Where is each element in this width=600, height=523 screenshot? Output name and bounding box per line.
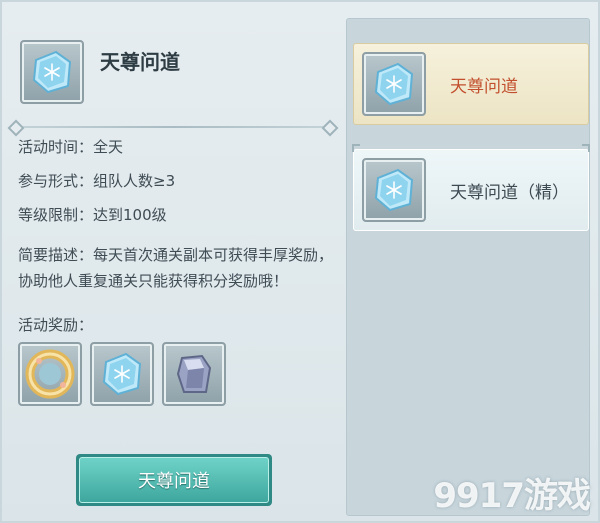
participation-form-row: 参与形式：组队人数≥3 <box>18 170 175 191</box>
section-divider <box>14 126 332 128</box>
participation-form-label: 参与形式： <box>18 172 94 190</box>
list-item-label: 天尊问道 <box>450 77 518 97</box>
level-limit-row: 等级限制：达到100级 <box>18 204 167 225</box>
site-watermark: 9917游戏 <box>433 476 591 516</box>
list-item-icon-frame <box>362 52 426 116</box>
level-limit-label: 等级限制： <box>18 206 94 224</box>
reward-slot-1[interactable] <box>18 342 82 406</box>
ice-crystal-icon <box>32 50 72 94</box>
start-activity-button[interactable]: 天尊问道 <box>79 457 269 503</box>
ice-crystal-icon <box>374 62 414 106</box>
reward-slot-3[interactable] <box>162 342 226 406</box>
activity-list-item[interactable]: 天尊问道（精） <box>352 144 590 231</box>
activity-time-value: 全天 <box>93 138 124 156</box>
activity-window: 天尊问道 活动时间：全天 参与形式：组队人数≥3 等级限制：达到100级 简要描… <box>0 0 600 523</box>
activity-icon-frame <box>20 40 84 104</box>
reward-slot-2[interactable] <box>90 342 154 406</box>
list-item-label: 天尊问道（精） <box>450 183 569 203</box>
activity-detail-panel: 天尊问道 活动时间：全天 参与形式：组队人数≥3 等级限制：达到100级 简要描… <box>8 14 338 514</box>
activity-time-label: 活动时间： <box>18 138 94 156</box>
ice-crystal-icon <box>102 352 142 396</box>
silver-ore-icon <box>176 354 212 393</box>
description-block: 简要描述：每天首次通关副本可获得丰厚奖励，协助他人重复通关只能获得积分奖励哦！ <box>18 242 338 294</box>
level-limit-value: 达到100级 <box>93 206 167 224</box>
description-label: 简要描述： <box>18 246 94 264</box>
activity-title: 天尊问道 <box>100 50 180 74</box>
list-item-icon-frame <box>362 158 426 222</box>
rewards-label: 活动奖励： <box>18 316 94 334</box>
activity-list-item-selected[interactable]: 天尊问道 <box>353 43 589 125</box>
participation-form-value: 组队人数≥3 <box>93 172 176 190</box>
activity-list-panel: 天尊问道 天尊问道（精） <box>346 18 590 516</box>
ice-crystal-icon <box>374 168 414 212</box>
activity-time-row: 活动时间：全天 <box>18 136 123 157</box>
start-activity-button-frame: 天尊问道 <box>76 454 272 506</box>
gold-ring-icon <box>25 349 75 399</box>
